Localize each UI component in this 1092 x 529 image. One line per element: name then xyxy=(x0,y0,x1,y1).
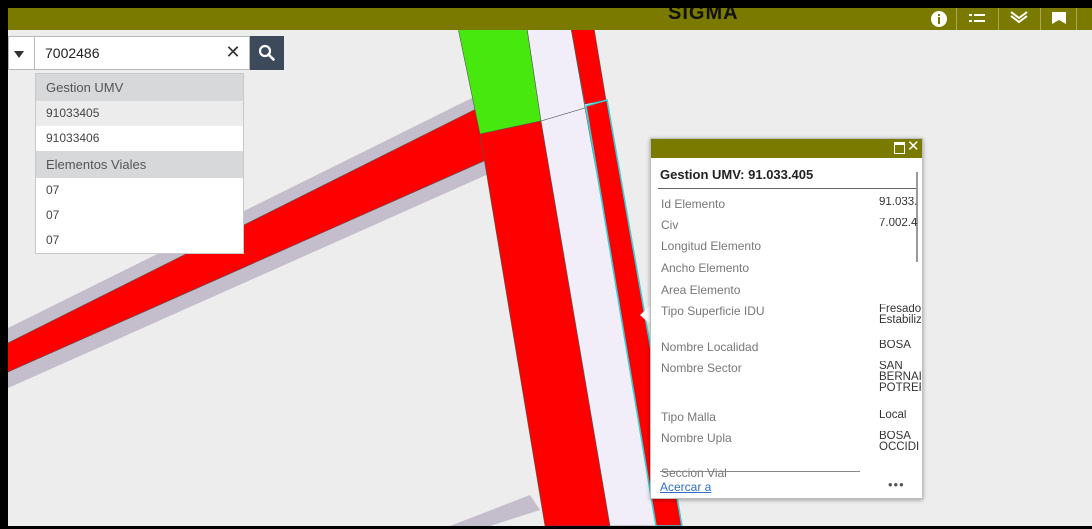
popup-scrollbar[interactable] xyxy=(916,172,918,262)
clear-search-button[interactable]: ✕ xyxy=(223,43,243,63)
suggestion-item[interactable]: 91033406 xyxy=(36,126,243,151)
search-source-dropdown[interactable] xyxy=(8,36,34,70)
bookmark-icon[interactable] xyxy=(1048,10,1070,28)
feature-popup: ✕ Gestion UMV: 91.033.405 Id Elemento 91… xyxy=(650,138,923,499)
suggestion-item[interactable]: 07 xyxy=(36,203,243,228)
search-button[interactable] xyxy=(250,36,284,70)
search-input[interactable] xyxy=(34,36,250,70)
app-title: SIGMA xyxy=(668,8,739,24)
attribute-label: Nombre Sector xyxy=(661,361,742,375)
popup-header: ✕ xyxy=(651,139,922,158)
suggestion-group-header: Gestion UMV xyxy=(36,74,243,101)
suggestion-item[interactable]: 91033405 xyxy=(36,101,243,126)
attribute-value: BOSA xyxy=(879,340,911,351)
suggestion-group-header: Elementos Viales xyxy=(36,151,243,178)
attribute-label: Nombre Upla xyxy=(661,431,732,445)
attribute-label: Id Elemento xyxy=(661,197,726,211)
attribute-label: Civ xyxy=(661,218,679,232)
popup-title: Gestion UMV: 91.033.405 xyxy=(660,167,814,182)
search-icon xyxy=(258,44,275,61)
layers-icon[interactable] xyxy=(1008,10,1030,28)
close-icon[interactable]: ✕ xyxy=(907,139,920,156)
attribute-value: SAN BERNAI POTREF xyxy=(879,361,921,394)
attribute-label: Longitud Elemento xyxy=(661,239,762,253)
top-bar: SIGMA xyxy=(8,8,1092,30)
attribute-label: Area Elemento xyxy=(661,283,741,297)
attribute-value: Local xyxy=(879,410,907,421)
attribute-label: Ancho Elemento xyxy=(661,261,750,275)
more-options-button[interactable]: ••• xyxy=(888,477,905,492)
attribute-value: BOSA OCCIDI xyxy=(879,431,920,453)
attribute-value: 7.002.4 xyxy=(879,218,918,229)
caret-down-icon xyxy=(14,51,24,58)
attribute-value: 91.033. xyxy=(879,197,918,208)
divider xyxy=(660,471,860,472)
search-suggestions: Gestion UMV 91033405 91033406 Elementos … xyxy=(35,73,244,254)
zoom-to-link[interactable]: Acercar a xyxy=(660,480,711,494)
attribute-label: Nombre Localidad xyxy=(661,340,759,354)
suggestion-item[interactable]: 07 xyxy=(36,228,243,253)
attribute-label: Tipo Superficie IDU xyxy=(661,304,765,318)
attribute-label: Seccion Vial xyxy=(661,466,727,480)
attribute-value: Fresado Estabiliz xyxy=(879,304,921,326)
legend-icon[interactable] xyxy=(966,10,988,28)
divider xyxy=(658,188,916,189)
app-window: SIGMA ✕ Gestion UMV 91 xyxy=(0,0,1092,529)
info-icon[interactable] xyxy=(928,10,950,28)
suggestion-item[interactable]: 07 xyxy=(36,178,243,203)
attribute-label: Tipo Malla xyxy=(661,410,716,424)
maximize-icon[interactable] xyxy=(894,142,905,154)
